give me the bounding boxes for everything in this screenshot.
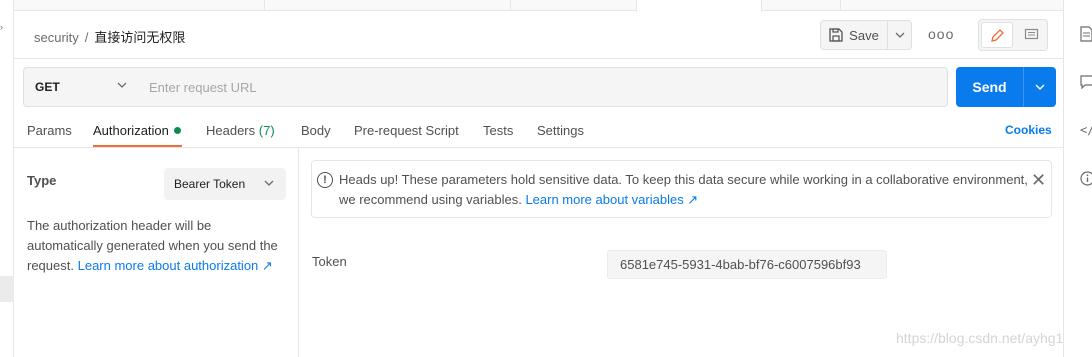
send-options-chevron-icon[interactable] xyxy=(1024,67,1056,107)
left-sidebar-collapsed: › xyxy=(0,0,14,357)
divider xyxy=(14,58,1063,59)
token-label: Token xyxy=(312,254,347,269)
breadcrumb-separator: / xyxy=(84,30,89,45)
request-url-input[interactable] xyxy=(138,67,948,107)
status-dot-icon xyxy=(173,127,181,134)
send-button-group: Send xyxy=(956,67,1056,107)
chevron-down-icon xyxy=(117,80,127,91)
send-button[interactable]: Send xyxy=(956,67,1023,107)
postman-window: › security / 直接访问无权限 Save ooo GET Enter … xyxy=(0,0,1092,357)
tab-params[interactable]: Params xyxy=(27,123,72,147)
tab-headers-count: (7) xyxy=(258,123,275,138)
save-button-group: Save xyxy=(820,20,912,50)
chevron-down-icon xyxy=(264,178,274,189)
watermark: https://blog.csdn.net/ayhg1 xyxy=(896,330,1064,346)
documentation-icon[interactable] xyxy=(1080,26,1092,42)
comments-icon[interactable] xyxy=(1080,75,1092,91)
alert-message: Heads up! These parameters hold sensitiv… xyxy=(339,170,1029,210)
auth-type-value: Bearer Token xyxy=(174,177,246,191)
learn-more-variables-link[interactable]: Learn more about variables ↗ xyxy=(525,192,698,207)
edit-pencil-icon[interactable] xyxy=(981,22,1013,48)
tab-body[interactable]: Body xyxy=(301,123,331,147)
sensitive-data-alert: ! Heads up! These parameters hold sensit… xyxy=(311,160,1052,218)
auth-description: The authorization header will be automat… xyxy=(27,216,283,276)
code-icon[interactable]: </ xyxy=(1080,123,1092,139)
save-label: Save xyxy=(849,27,879,43)
http-method-select[interactable]: GET xyxy=(23,67,139,107)
comments-icon[interactable] xyxy=(1015,22,1047,48)
save-button[interactable]: Save xyxy=(821,21,888,49)
tab-headers[interactable]: Headers (7) xyxy=(206,123,275,147)
tab-active-request[interactable] xyxy=(636,0,762,12)
tab-divider xyxy=(840,0,841,11)
tab-divider xyxy=(264,0,265,11)
info-icon: ! xyxy=(317,172,333,188)
sidebar-selection[interactable] xyxy=(0,276,14,302)
breadcrumb-collection[interactable]: security xyxy=(34,30,79,45)
info-icon[interactable] xyxy=(1080,171,1092,187)
tab-prerequest-script[interactable]: Pre-request Script xyxy=(354,123,459,147)
more-options-button[interactable]: ooo xyxy=(928,26,954,42)
close-icon[interactable]: ✕ xyxy=(1031,170,1046,190)
tab-authorization[interactable]: Authorization xyxy=(93,123,181,147)
tab-settings[interactable]: Settings xyxy=(537,123,584,147)
request-tab-strip xyxy=(14,0,1064,12)
token-input[interactable]: 6581e745-5931-4bab-bf76-c6007596bf93 xyxy=(607,250,887,279)
tab-divider xyxy=(510,0,511,11)
http-method-value: GET xyxy=(35,80,60,94)
auth-type-select[interactable]: Bearer Token xyxy=(164,168,286,200)
tab-headers-label: Headers xyxy=(206,123,256,138)
save-icon xyxy=(829,28,843,42)
auth-type-label: Type xyxy=(27,173,57,188)
chevron-right-icon[interactable]: › xyxy=(0,22,7,32)
tab-tests[interactable]: Tests xyxy=(483,123,513,147)
panel-divider xyxy=(298,148,299,357)
view-mode-toggle xyxy=(978,19,1048,51)
divider xyxy=(14,147,1063,148)
tab-authorization-label: Authorization xyxy=(93,123,169,138)
right-sidebar: </ xyxy=(1063,0,1092,357)
learn-more-authorization-link[interactable]: Learn more about authorization ↗ xyxy=(78,258,273,273)
cookies-link[interactable]: Cookies xyxy=(1005,123,1052,137)
breadcrumb-request-name[interactable]: 直接访问无权限 xyxy=(94,30,185,45)
breadcrumb: security / 直接访问无权限 xyxy=(34,27,185,46)
save-options-chevron-icon[interactable] xyxy=(889,21,911,49)
